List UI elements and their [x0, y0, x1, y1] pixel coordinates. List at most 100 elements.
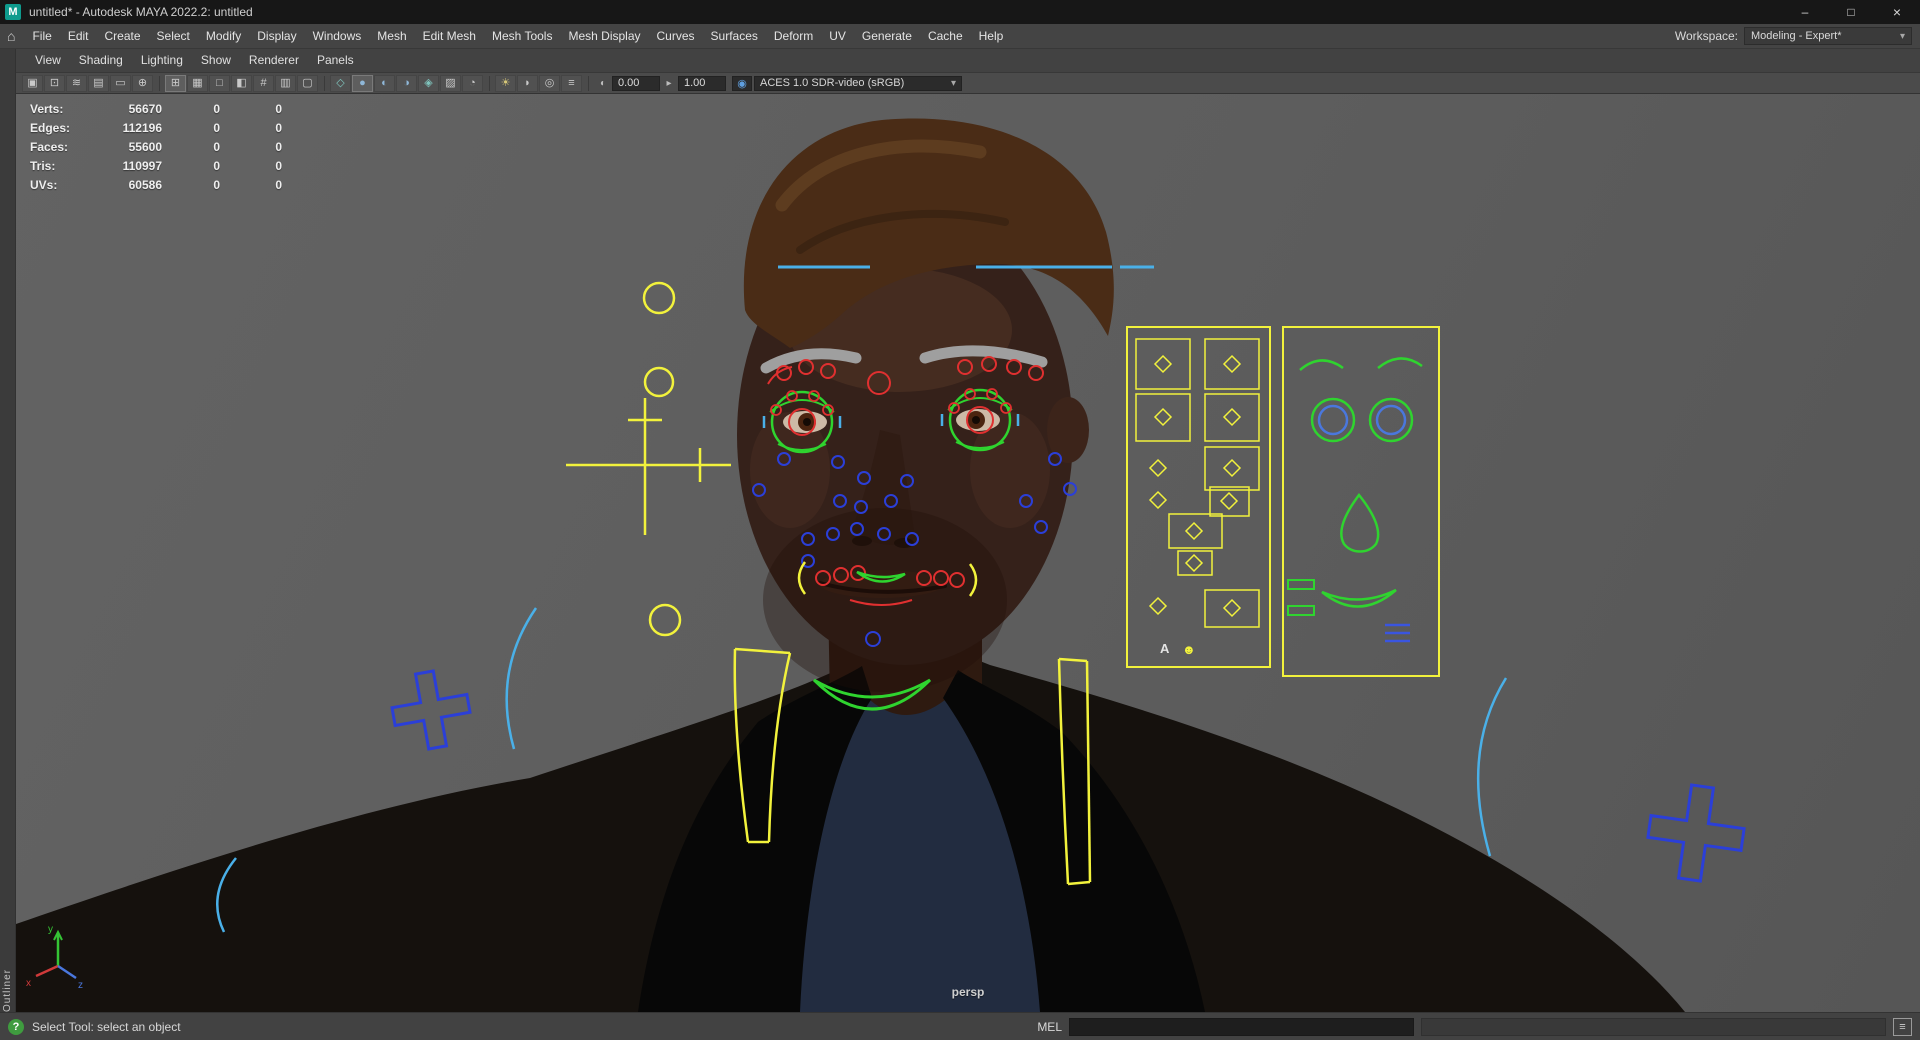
- menu-windows[interactable]: Windows: [305, 24, 370, 48]
- color-management-icon[interactable]: ◉: [732, 75, 752, 91]
- menu-uv[interactable]: UV: [821, 24, 854, 48]
- picker-panel-face[interactable]: [1282, 326, 1440, 677]
- lock-camera-icon[interactable]: ⊡: [44, 74, 65, 92]
- viewport-persp[interactable]: A ☻ y x z Verts: 56670 0 0 Edges: 112196…: [16, 94, 1920, 1012]
- bookmarks-icon[interactable]: ▤: [88, 74, 109, 92]
- menu-edit[interactable]: Edit: [60, 24, 97, 48]
- status-bar: ? Select Tool: select an object MEL ≡: [0, 1012, 1920, 1040]
- picker-smiley-icon[interactable]: ☻: [1182, 642, 1196, 657]
- wireframe-icon[interactable]: ◇: [330, 74, 351, 92]
- hud-sel: 0: [213, 120, 220, 135]
- panel-menu-show[interactable]: Show: [192, 49, 240, 72]
- menu-edit-mesh[interactable]: Edit Mesh: [415, 24, 484, 48]
- menu-deform[interactable]: Deform: [766, 24, 821, 48]
- character-model[interactable]: [16, 118, 1685, 1012]
- menu-surfaces[interactable]: Surfaces: [703, 24, 766, 48]
- gamma-icon[interactable]: ▸: [662, 78, 676, 89]
- colorspace-value: ACES 1.0 SDR-video (sRGB): [760, 77, 905, 89]
- isolate-select-icon[interactable]: ◔: [462, 74, 483, 92]
- safe-title-icon[interactable]: ▢: [297, 74, 318, 92]
- mel-command-input[interactable]: [1069, 1017, 1414, 1036]
- colorspace-dropdown[interactable]: ACES 1.0 SDR-video (sRGB) ▾: [754, 75, 962, 91]
- axis-y-label: y: [48, 924, 53, 935]
- exposure-field[interactable]: 0.00: [612, 75, 660, 91]
- hud-hilite: 0: [275, 101, 282, 116]
- grid-icon[interactable]: ⊞: [165, 74, 186, 92]
- shadows-icon[interactable]: ◗: [517, 74, 538, 92]
- hud-sel: 0: [213, 158, 220, 173]
- hud-row-uvs: UVs: 60586 0 0: [30, 175, 282, 194]
- menu-cache[interactable]: Cache: [920, 24, 971, 48]
- exposure-icon[interactable]: ◐: [596, 78, 610, 89]
- hud-row-verts: Verts: 56670 0 0: [30, 99, 282, 118]
- hud-sel: 0: [213, 101, 220, 116]
- menu-curves[interactable]: Curves: [649, 24, 703, 48]
- hud-label: Faces:: [30, 139, 69, 154]
- control-crosshair[interactable]: [566, 398, 731, 535]
- camera-attributes-icon[interactable]: ≋: [66, 74, 87, 92]
- menu-help[interactable]: Help: [971, 24, 1012, 48]
- side-control-circles[interactable]: [642, 281, 682, 637]
- panel-menu-renderer[interactable]: Renderer: [240, 49, 308, 72]
- occlusion-icon[interactable]: ◎: [539, 74, 560, 92]
- picker-diamonds[interactable]: [1148, 354, 1242, 618]
- use-default-material-icon[interactable]: ◑: [396, 74, 417, 92]
- blue-cross-left[interactable]: [387, 666, 475, 754]
- toolbar-separator: [588, 75, 589, 91]
- main-menu-bar: ⌂ File Edit Create Select Modify Display…: [0, 24, 1920, 49]
- menu-generate[interactable]: Generate: [854, 24, 920, 48]
- command-language-toggle[interactable]: MEL: [1037, 1020, 1062, 1034]
- smooth-shade-icon[interactable]: ●: [352, 74, 373, 92]
- blue-cross-right[interactable]: [1643, 780, 1749, 886]
- field-chart-icon[interactable]: #: [253, 74, 274, 92]
- title-bar: M untitled* - Autodesk MAYA 2022.2: unti…: [0, 0, 1920, 24]
- menu-mesh[interactable]: Mesh: [369, 24, 414, 48]
- gate-mask-icon[interactable]: ◧: [231, 74, 252, 92]
- hud-sel: 0: [213, 139, 220, 154]
- maya-application-window: M untitled* - Autodesk MAYA 2022.2: unti…: [0, 0, 1920, 1040]
- gamma-field[interactable]: 1.00: [678, 75, 726, 91]
- two-d-pan-zoom-icon[interactable]: ⊕: [132, 74, 153, 92]
- heads-up-display: Verts: 56670 0 0 Edges: 112196 0 0 Faces…: [30, 99, 282, 194]
- help-icon[interactable]: ?: [8, 1018, 24, 1035]
- panel-menu-panels[interactable]: Panels: [308, 49, 363, 72]
- workspace-value: Modeling - Expert*: [1751, 30, 1842, 42]
- textured-icon[interactable]: ◐: [374, 74, 395, 92]
- lighting-icon[interactable]: ☀: [495, 74, 516, 92]
- select-camera-icon[interactable]: ▣: [22, 74, 43, 92]
- menu-create[interactable]: Create: [97, 24, 149, 48]
- workspace-area: Workspace: Modeling - Expert* ▾: [1675, 27, 1920, 45]
- workspace-label: Workspace:: [1674, 29, 1738, 43]
- motion-blur-icon[interactable]: ≡: [561, 74, 582, 92]
- close-button[interactable]: ×: [1874, 0, 1920, 24]
- panel-menu-lighting[interactable]: Lighting: [132, 49, 192, 72]
- hud-row-tris: Tris: 110997 0 0: [30, 156, 282, 175]
- wireframe-on-shaded-icon[interactable]: ◈: [418, 74, 439, 92]
- menu-display[interactable]: Display: [249, 24, 304, 48]
- resolution-gate-icon[interactable]: □: [209, 74, 230, 92]
- viewport-canvas[interactable]: A ☻ y x z: [16, 94, 1920, 1012]
- minimize-button[interactable]: –: [1782, 0, 1828, 24]
- workspace-dropdown[interactable]: Modeling - Expert* ▾: [1744, 27, 1912, 45]
- toolbar-separator: [324, 75, 325, 91]
- xray-icon[interactable]: ▨: [440, 74, 461, 92]
- toolbar-separator: [159, 75, 160, 91]
- film-gate-icon[interactable]: ▦: [187, 74, 208, 92]
- script-editor-icon[interactable]: ≡: [1893, 1017, 1912, 1036]
- safe-action-icon[interactable]: ▥: [275, 74, 296, 92]
- picker-panel-secondary[interactable]: A ☻: [1126, 326, 1271, 668]
- menu-select[interactable]: Select: [149, 24, 198, 48]
- hud-label: Verts:: [30, 101, 64, 116]
- image-plane-icon[interactable]: ▭: [110, 74, 131, 92]
- toolbar-separator: [489, 75, 490, 91]
- home-icon[interactable]: ⌂: [7, 28, 15, 44]
- menu-mesh-display[interactable]: Mesh Display: [560, 24, 648, 48]
- menu-modify[interactable]: Modify: [198, 24, 249, 48]
- menu-file[interactable]: File: [24, 24, 59, 48]
- maximize-button[interactable]: □: [1828, 0, 1874, 24]
- outliner-collapsed-tab[interactable]: Outliner: [0, 49, 16, 1012]
- panel-menu-shading[interactable]: Shading: [70, 49, 132, 72]
- panel-menu-view[interactable]: View: [26, 49, 70, 72]
- hud-row-edges: Edges: 112196 0 0: [30, 118, 282, 137]
- menu-mesh-tools[interactable]: Mesh Tools: [484, 24, 560, 48]
